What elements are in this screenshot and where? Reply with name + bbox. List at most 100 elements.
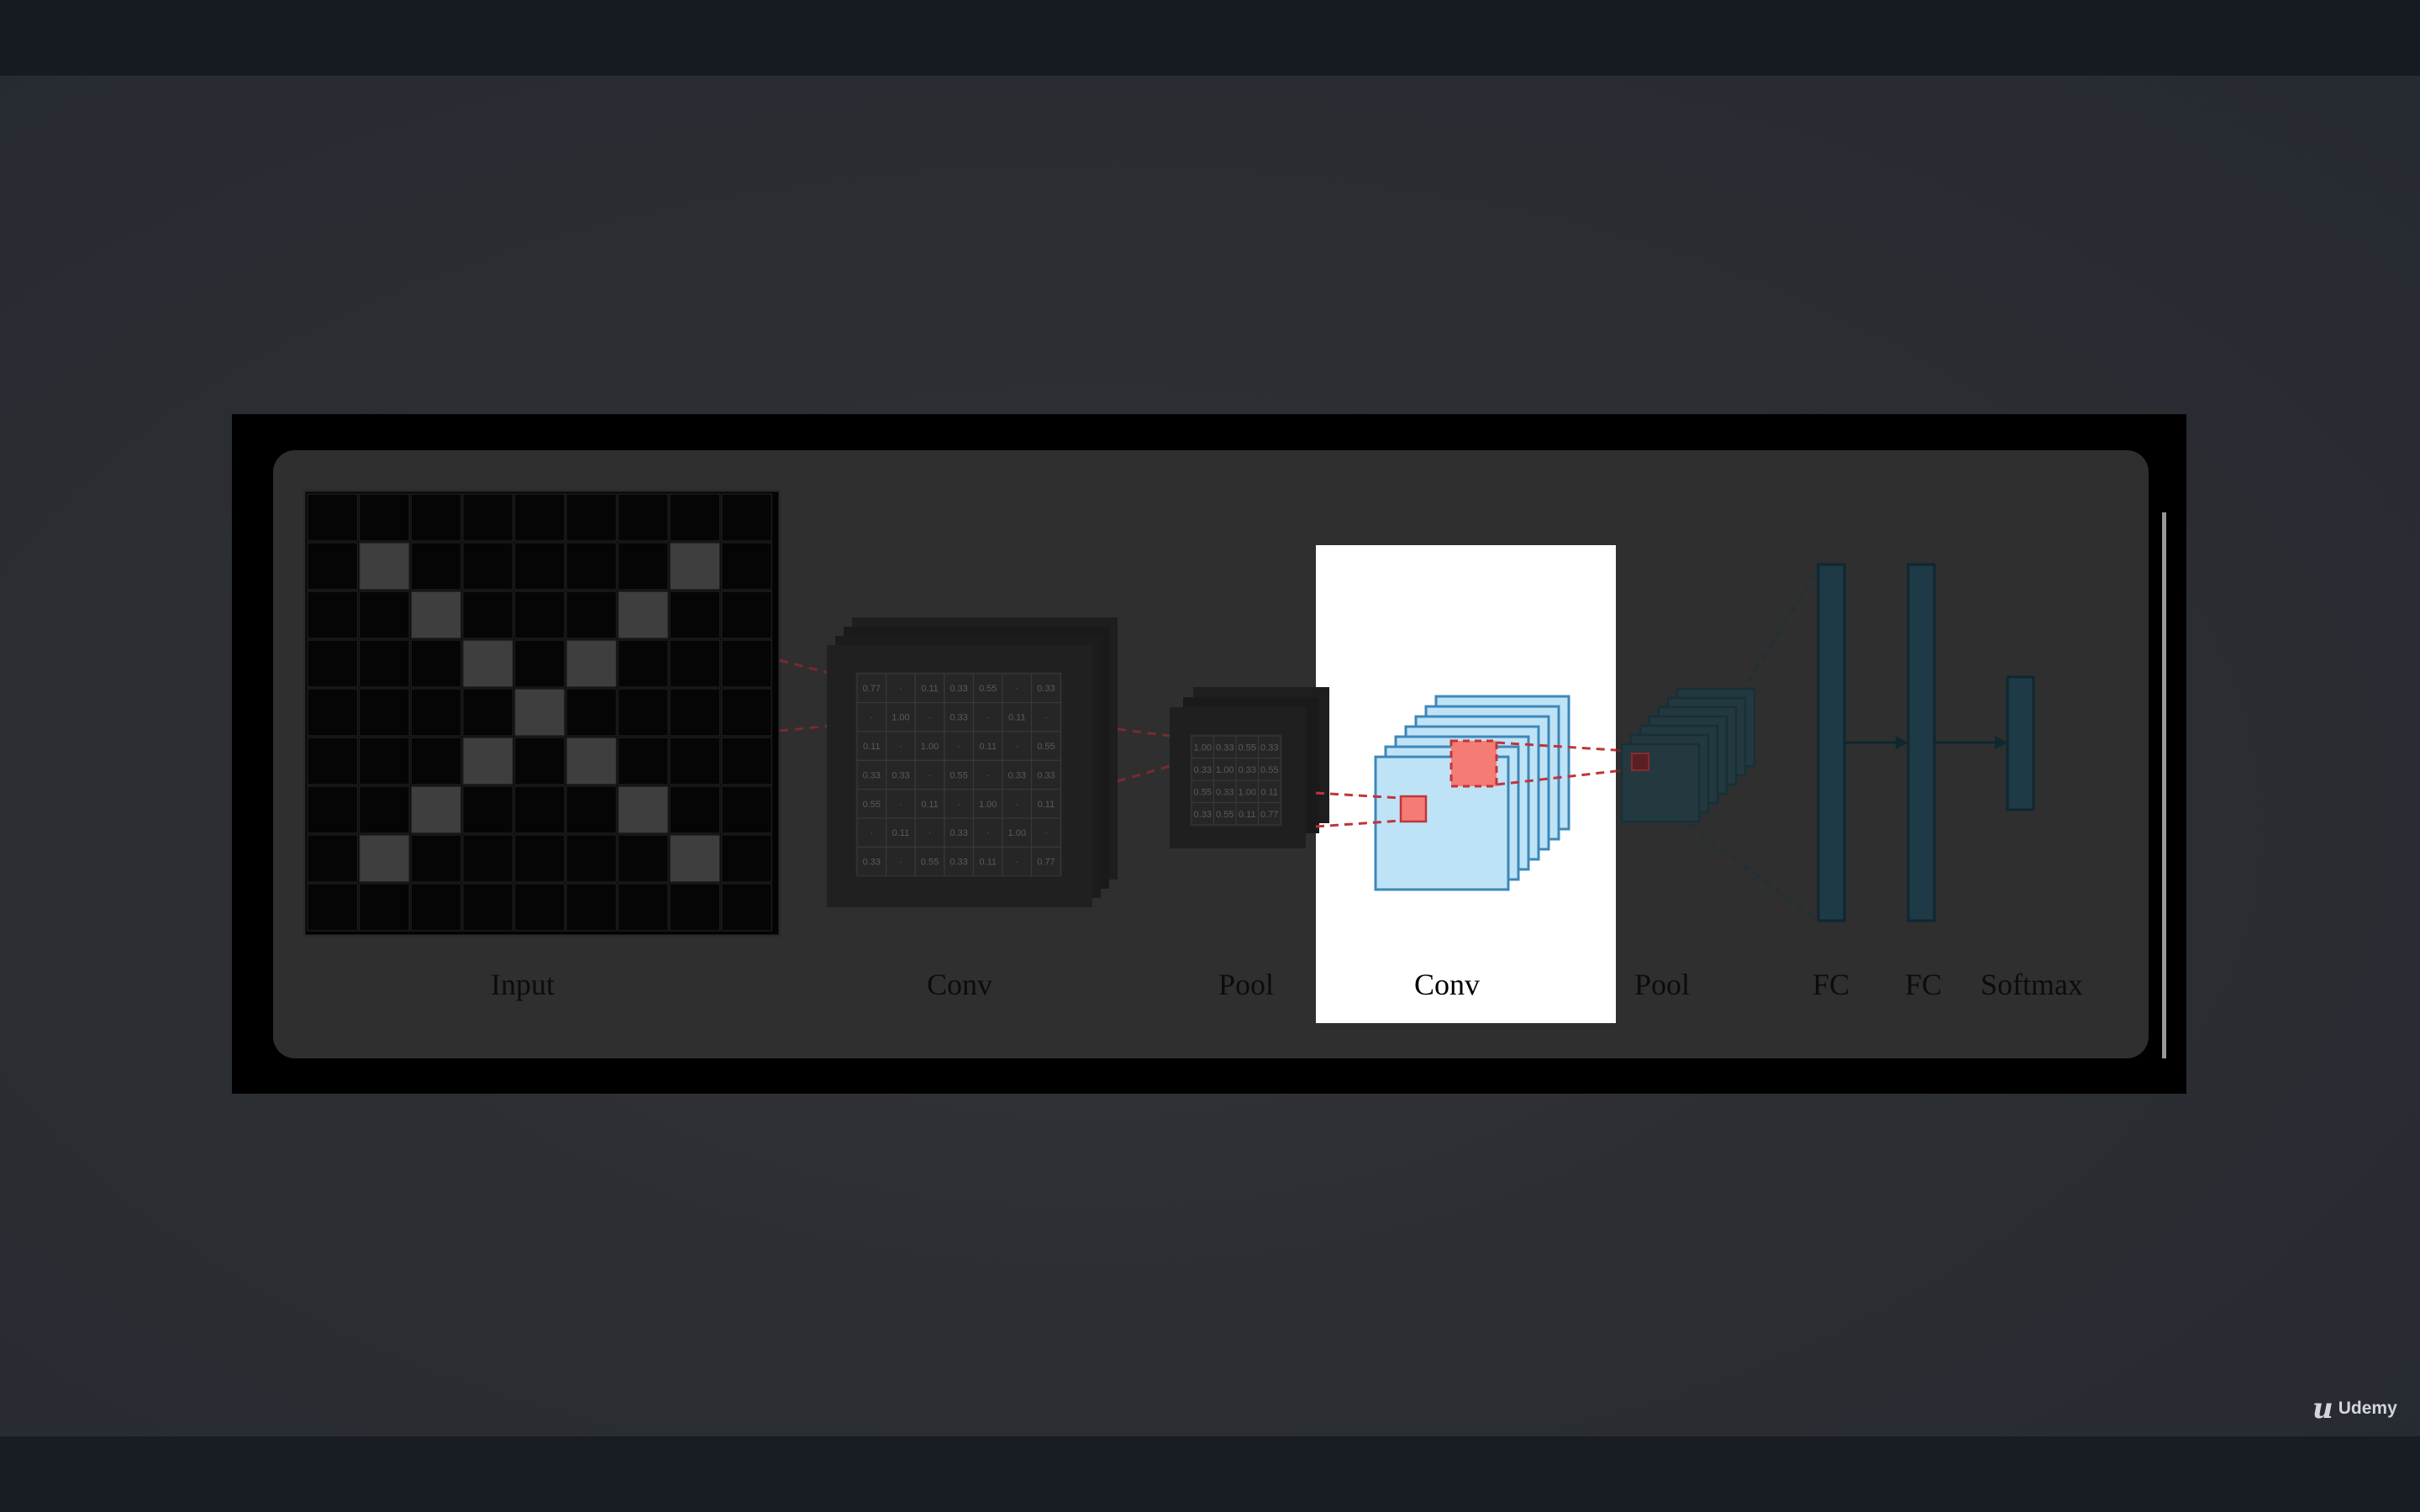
feature-map-value: 1.00 <box>1194 743 1212 753</box>
input-grid-cell <box>307 737 359 785</box>
input-grid-cell <box>566 785 618 834</box>
feature-map-value: 0.11 <box>1239 810 1256 820</box>
input-grid-cell <box>566 688 618 737</box>
input-grid-cell <box>513 883 566 932</box>
fc1-bar[interactable] <box>1817 563 1846 922</box>
fc-layers <box>1817 563 2035 922</box>
input-grid-cell <box>669 493 721 542</box>
input-grid-cell <box>513 688 566 737</box>
feature-map-value: · <box>1044 828 1048 838</box>
input-grid-cell <box>307 493 359 542</box>
conv2-feature-stack[interactable] <box>1374 695 1570 891</box>
arrow-head-icon <box>1995 736 2007 749</box>
input-grid-cell <box>307 542 359 591</box>
feature-map-value: 0.77 <box>1037 858 1055 868</box>
pool1-map-cells: 1.00 0.33 0.55 0.33 0.33 1.00 0.33 0.55 0.55 0.33… <box>1191 735 1281 826</box>
connector-line <box>779 724 833 732</box>
input-grid-cell <box>513 542 566 591</box>
feature-map-value: · <box>899 800 902 810</box>
input-grid-cell <box>410 834 462 883</box>
input-grid-cell <box>410 688 462 737</box>
input-grid-cell <box>566 737 618 785</box>
input-grid-cell <box>617 883 669 932</box>
layer-label-conv2: Conv <box>1414 968 1480 1001</box>
input-grid <box>302 489 781 937</box>
input-grid-cell <box>307 883 359 932</box>
feature-map-value: 0.77 <box>863 684 881 694</box>
feature-map-value: 0.33 <box>1008 770 1026 780</box>
input-grid-cell <box>462 785 514 834</box>
input-grid-cell <box>410 639 462 688</box>
input-grid-cell <box>358 737 410 785</box>
feature-map-value: · <box>929 770 932 780</box>
input-grid-cell <box>358 542 410 591</box>
input-grid-cell <box>410 542 462 591</box>
conv-pool-connectors <box>1117 727 1171 783</box>
input-grid-cell <box>358 493 410 542</box>
connector-line <box>1117 764 1171 783</box>
input-grid-cell <box>410 883 462 932</box>
feature-map-value: · <box>899 742 902 752</box>
input-grid-cell <box>617 493 669 542</box>
feature-map-value: 0.11 <box>1008 713 1026 723</box>
input-grid-cell <box>617 785 669 834</box>
input-grid-cell <box>566 834 618 883</box>
fc2-bar[interactable] <box>1907 563 1936 922</box>
arrow-head-icon <box>1896 736 1908 749</box>
connector-line <box>779 659 833 675</box>
feature-map-value: · <box>957 800 960 810</box>
connector-line <box>1117 727 1171 738</box>
input-grid-cell <box>721 737 773 785</box>
pool2-feature-stack <box>1620 687 1756 823</box>
input-grid-cell <box>669 688 721 737</box>
feature-map-value: 0.33 <box>1216 743 1234 753</box>
feature-map-value: 0.33 <box>1194 765 1212 775</box>
input-grid-cell <box>617 737 669 785</box>
input-grid-cell <box>669 785 721 834</box>
input-grid-cell <box>410 591 462 639</box>
input-grid-cell <box>721 834 773 883</box>
feature-map-value: 0.33 <box>950 713 967 723</box>
feature-map-value: · <box>899 684 902 694</box>
input-grid-cell <box>462 639 514 688</box>
feature-map-value: 0.55 <box>950 770 967 780</box>
feature-map-value: 0.11 <box>1260 787 1278 797</box>
feature-map-value: 0.33 <box>950 828 967 838</box>
softmax-bar[interactable] <box>2006 675 2035 811</box>
input-grid-cell <box>566 639 618 688</box>
conv2-receptive-field-large[interactable] <box>1449 739 1498 788</box>
layer-label-fc1: FC <box>1812 968 1849 1001</box>
input-grid-cell <box>721 688 773 737</box>
feature-map-value: 1.00 <box>1239 787 1256 797</box>
conv2-receptive-field-small[interactable] <box>1399 795 1428 823</box>
layer-label-input: Input <box>491 968 555 1001</box>
feature-map-value: 0.11 <box>1038 800 1055 810</box>
feature-map-value: 0.33 <box>1037 770 1055 780</box>
feature-map-value: · <box>1015 800 1018 810</box>
input-grid-cell <box>669 834 721 883</box>
input-grid-cell <box>721 542 773 591</box>
feature-map-value: 0.33 <box>1260 743 1278 753</box>
feature-map-value: 0.55 <box>979 684 997 694</box>
input-grid-cell <box>358 785 410 834</box>
input-conv-connectors <box>779 659 833 732</box>
input-grid-cell <box>721 639 773 688</box>
input-grid-cell <box>307 834 359 883</box>
input-grid-cell <box>462 591 514 639</box>
input-grid-cell <box>462 737 514 785</box>
feature-map-value: · <box>1015 742 1018 752</box>
conv2-sheets <box>1374 695 1570 891</box>
input-grid-cell <box>513 737 566 785</box>
feature-map-value: 0.33 <box>1239 765 1256 775</box>
input-grid-cell <box>566 493 618 542</box>
udemy-watermark: u Udemy <box>2312 1394 2397 1423</box>
feature-map-value: 0.55 <box>1260 765 1278 775</box>
input-grid-cell <box>721 591 773 639</box>
feature-map-value: 0.55 <box>1216 810 1234 820</box>
input-grid-cell <box>462 834 514 883</box>
input-grid-cell <box>462 688 514 737</box>
input-grid-cell <box>513 639 566 688</box>
feature-map-value: 0.11 <box>979 858 997 868</box>
layer-label-pool2: Pool <box>1634 968 1690 1001</box>
connector-line <box>1688 823 1819 922</box>
